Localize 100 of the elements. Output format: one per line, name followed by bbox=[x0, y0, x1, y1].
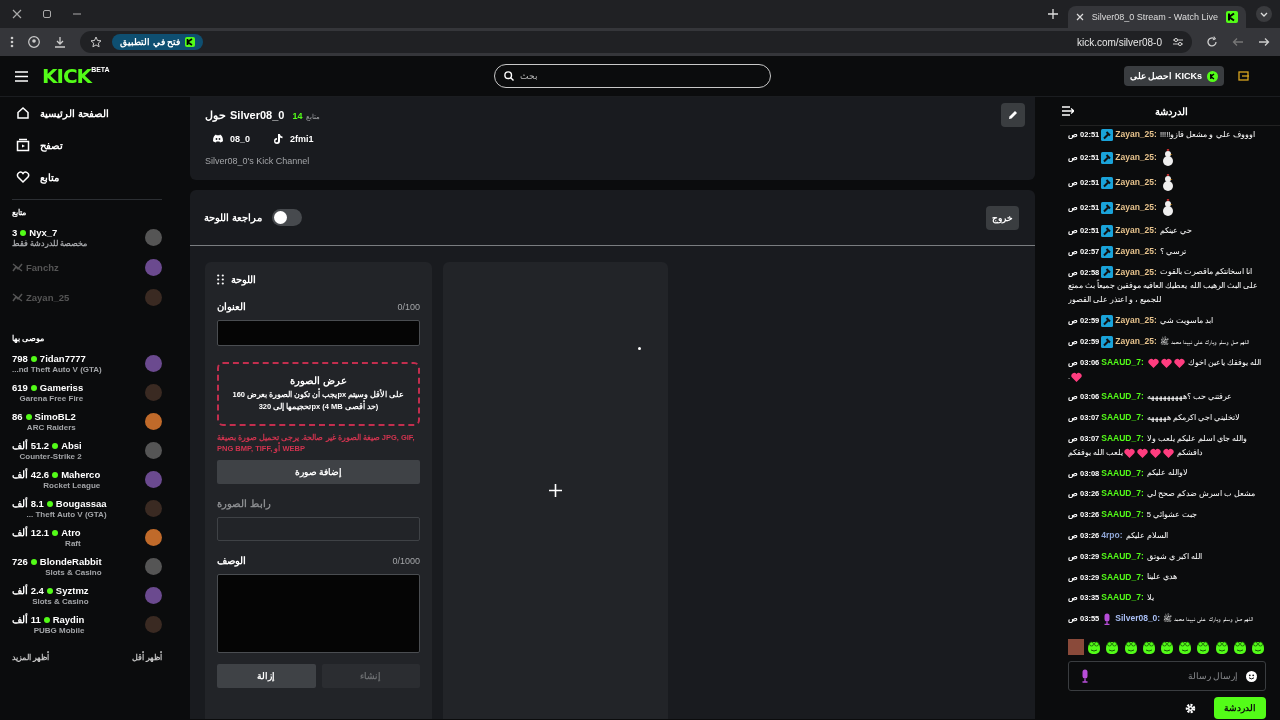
channel-name[interactable]: SimoBL2 bbox=[34, 411, 76, 422]
more-vertical-icon[interactable] bbox=[10, 36, 14, 48]
heart-emote-icon bbox=[1173, 357, 1185, 368]
viewer-count: 11 ألف bbox=[12, 614, 41, 625]
sidebar-nav-item[interactable]: متابع bbox=[12, 161, 162, 193]
moderator-badge-icon bbox=[1101, 266, 1114, 279]
drag-handle-icon[interactable] bbox=[217, 274, 224, 285]
edit-button[interactable] bbox=[1001, 103, 1025, 127]
channel-name[interactable]: Syztmz bbox=[55, 585, 89, 596]
add-panel-icon[interactable] bbox=[549, 484, 562, 497]
emoji-icon[interactable] bbox=[1246, 670, 1257, 682]
frog-emote-icon[interactable] bbox=[1231, 639, 1248, 655]
restore-icon[interactable] bbox=[42, 9, 52, 19]
tune-icon[interactable] bbox=[1172, 36, 1184, 48]
description-input[interactable] bbox=[217, 574, 420, 653]
collapse-icon[interactable] bbox=[1062, 106, 1074, 116]
message-input[interactable]: إرسال رسالة bbox=[1099, 671, 1238, 681]
viewer-count: 42.6 ألف bbox=[12, 469, 50, 480]
frog-emote-icon[interactable] bbox=[1158, 639, 1175, 655]
title-input[interactable] bbox=[217, 320, 420, 346]
moderator-badge-icon bbox=[1101, 176, 1114, 189]
frog-emote-icon[interactable] bbox=[1086, 639, 1103, 655]
social-link[interactable]: 2fmi1 bbox=[272, 133, 314, 144]
frog-emote-icon[interactable] bbox=[1140, 639, 1157, 655]
kick-favicon-icon bbox=[1226, 11, 1238, 23]
panel-title: اللوحة bbox=[231, 274, 256, 285]
channel-category: Rocket League bbox=[43, 481, 101, 490]
character-counter: 0/100 bbox=[397, 301, 420, 312]
avatar bbox=[145, 529, 162, 546]
channel-name[interactable]: Bougassaa bbox=[55, 498, 107, 509]
channel-item[interactable]: 86 SimoBL2 ARC Raiders bbox=[12, 407, 162, 436]
channel-name[interactable]: Atro bbox=[61, 527, 81, 538]
viewer-count: 726 bbox=[12, 556, 28, 567]
viewer-count: 619 bbox=[12, 382, 28, 393]
avatar bbox=[145, 442, 162, 459]
avatar bbox=[145, 413, 162, 430]
sidebar-nav-item[interactable]: تصفح bbox=[12, 129, 162, 161]
download-icon[interactable] bbox=[54, 36, 66, 48]
wallet-icon[interactable] bbox=[1238, 70, 1250, 82]
open-in-app-button[interactable]: فتح في التطبيق bbox=[112, 34, 203, 50]
channel-category: Garena Free Fire bbox=[19, 394, 84, 403]
chat-input-box[interactable]: إرسال رسالة bbox=[1068, 661, 1266, 691]
channel-name[interactable]: Gameriss bbox=[39, 382, 84, 393]
channel-name[interactable]: BlondeRabbit bbox=[39, 556, 102, 567]
search-input[interactable]: بحث bbox=[520, 71, 761, 81]
channel-item[interactable]: 726 BlondeRabbit Slots & Casino bbox=[12, 552, 162, 581]
kicks-coin-icon bbox=[1207, 70, 1218, 82]
search-bar[interactable]: بحث bbox=[494, 64, 771, 88]
channel-name: Silver08_0 bbox=[230, 108, 285, 121]
sidebar-nav-item[interactable]: الصفحة الرئيسية bbox=[12, 97, 162, 129]
heart-emote-icon bbox=[1071, 371, 1083, 382]
moderator-badge-icon bbox=[1101, 314, 1114, 327]
about-title: حول bbox=[205, 108, 226, 122]
browse-icon bbox=[16, 138, 30, 152]
review-toggle[interactable] bbox=[271, 209, 302, 226]
avatar bbox=[145, 229, 162, 246]
frog-emote-icon[interactable] bbox=[1195, 639, 1212, 655]
chevron-down-icon[interactable] bbox=[1256, 6, 1272, 22]
kick-logo-icon bbox=[185, 37, 195, 47]
exit-button[interactable]: خروج bbox=[986, 205, 1019, 230]
channel-name[interactable]: 7idan7777 bbox=[39, 353, 86, 364]
follower-count: 14 bbox=[292, 110, 303, 121]
get-kicks-button[interactable]: احصل على KICKs bbox=[1123, 66, 1224, 86]
channel-name[interactable]: Absi bbox=[61, 440, 82, 451]
settings-icon[interactable] bbox=[1185, 702, 1196, 714]
heart-emote-icon bbox=[1137, 447, 1149, 458]
viewer-count: 2.4 ألف bbox=[12, 585, 44, 596]
kick-logo[interactable]: KICK bbox=[42, 64, 92, 88]
moderator-badge-icon bbox=[1101, 151, 1114, 164]
frog-emote-icon[interactable] bbox=[1122, 639, 1139, 655]
channel-name[interactable]: Maherco bbox=[61, 469, 101, 480]
forward-arrow-icon[interactable] bbox=[1258, 36, 1270, 48]
frog-emote-icon[interactable] bbox=[1177, 639, 1194, 655]
social-link[interactable]: 08_0 bbox=[212, 133, 251, 144]
viewer-count: 3 bbox=[12, 227, 18, 238]
browser-tab[interactable]: Silver08_0 Stream - Watch Live bbox=[1067, 6, 1246, 28]
add-image-button[interactable]: إضافة صورة bbox=[217, 460, 420, 484]
tiktok-icon bbox=[272, 133, 285, 144]
close-icon[interactable] bbox=[12, 9, 22, 19]
menu-icon[interactable] bbox=[15, 70, 28, 82]
channel-item[interactable]: 619 Gameriss Garena Free Fire bbox=[12, 378, 162, 407]
star-icon[interactable] bbox=[90, 36, 102, 48]
channel-name[interactable]: Raydin bbox=[52, 614, 85, 625]
frog-emote-icon[interactable] bbox=[1104, 639, 1121, 655]
search-icon bbox=[504, 71, 514, 81]
chat-send-button[interactable]: الدردشة bbox=[1214, 697, 1266, 719]
channel-item[interactable]: 798 7idan7777 ...nd Theft Auto V (GTA) bbox=[12, 349, 162, 378]
viewer-count: 8.1 ألف bbox=[12, 498, 44, 509]
frog-emote-icon[interactable] bbox=[1249, 639, 1266, 655]
remove-button[interactable]: إزالة bbox=[217, 664, 316, 688]
moderator-badge-icon bbox=[1101, 129, 1114, 141]
frog-emote-icon[interactable] bbox=[1213, 639, 1230, 655]
reload-icon[interactable] bbox=[1206, 36, 1218, 48]
moderator-badge-icon bbox=[1101, 335, 1114, 348]
channel-category: Counter-Strike 2 bbox=[19, 452, 82, 461]
channel-name[interactable]: Nyx_7 bbox=[29, 227, 58, 238]
discord-icon bbox=[212, 133, 224, 144]
plus-icon[interactable] bbox=[1047, 9, 1058, 19]
viewer-count: 86 bbox=[12, 411, 23, 422]
profile-icon[interactable] bbox=[28, 36, 40, 48]
